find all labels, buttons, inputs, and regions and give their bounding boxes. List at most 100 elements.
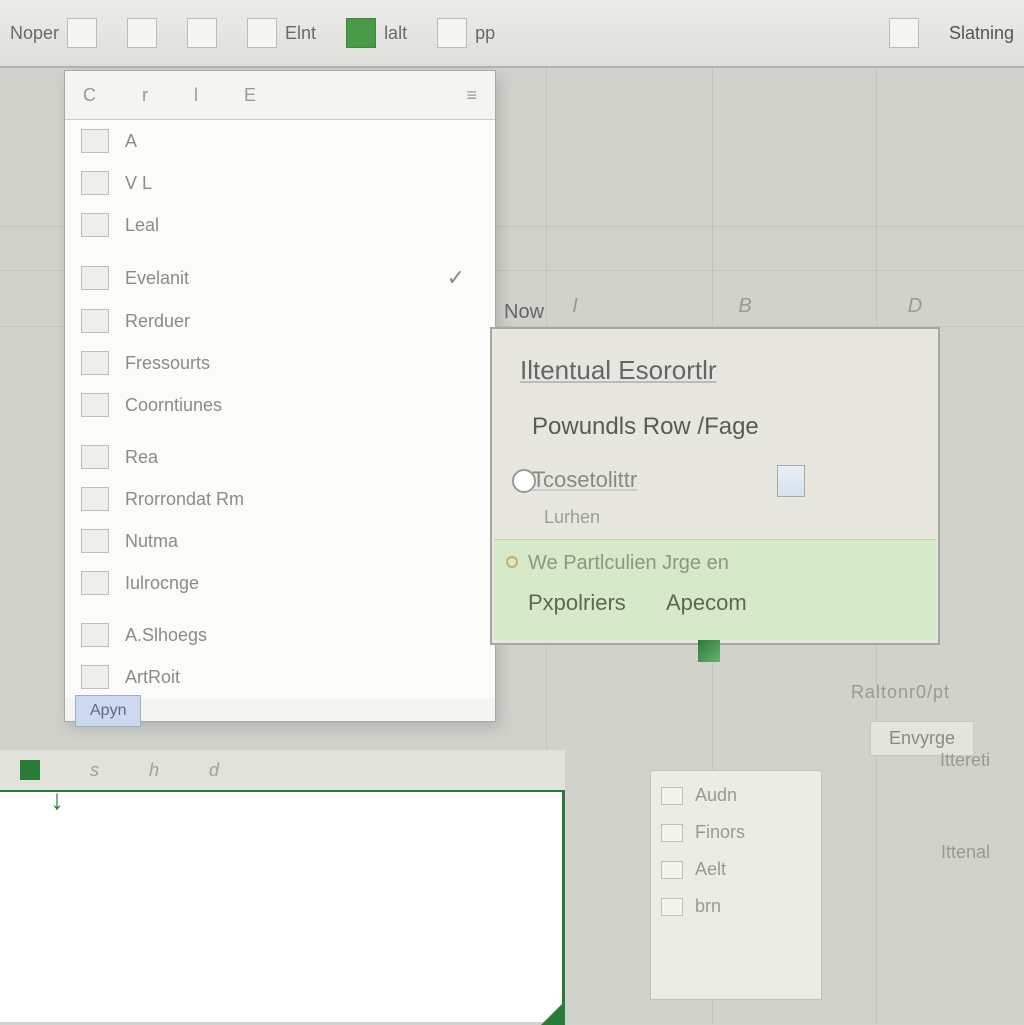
row-icon (661, 787, 683, 805)
ribbon-group[interactable]: pp (437, 18, 495, 48)
ribbon-label: pp (475, 23, 495, 44)
tool-icon[interactable] (346, 18, 376, 48)
sheet-body[interactable] (0, 792, 565, 1022)
dropdown-list: A V L Leal Evelanit Rerduer Fressourts C… (65, 120, 495, 698)
dropdown-item[interactable]: Coorntiunes (65, 384, 495, 426)
ribbon-group[interactable] (889, 18, 919, 48)
highlight-line: We Partlculien Jrge en (528, 552, 729, 575)
sheet-col-headers: s h d (0, 750, 565, 792)
list-item[interactable]: brn (661, 896, 811, 917)
dropdown-item[interactable]: ArtRoit (65, 656, 495, 698)
insert-arrow-icon (50, 784, 64, 816)
dropdown-item[interactable]: Leal (65, 204, 495, 246)
tool-icon[interactable] (889, 18, 919, 48)
item-label: Nutma (125, 531, 178, 552)
tool-icon[interactable] (437, 18, 467, 48)
item-icon (81, 393, 109, 417)
item-icon (81, 623, 109, 647)
tool-icon[interactable] (247, 18, 277, 48)
dropdown-footer: Apyn (75, 695, 141, 727)
item-label: Coorntiunes (125, 395, 222, 416)
highlight-text: Pxpolriers (528, 590, 626, 615)
item-icon (81, 445, 109, 469)
ribbon-group[interactable]: lalt (346, 18, 407, 48)
dropdown-item[interactable]: V L (65, 162, 495, 204)
ribbon-group[interactable] (127, 18, 157, 48)
item-label: Fressourts (125, 353, 210, 374)
item-icon (81, 571, 109, 595)
bullet-icon (506, 556, 518, 568)
tooltip-line: Lurhen (544, 507, 600, 528)
row-label: Finors (695, 822, 745, 843)
dropdown-item[interactable]: Evelanit (65, 256, 495, 300)
item-label: V L (125, 173, 152, 194)
item-icon (81, 129, 109, 153)
dd-tab[interactable]: r (142, 85, 148, 106)
col-header[interactable]: B (660, 295, 830, 325)
ribbon-group[interactable] (187, 18, 217, 48)
side-tabs: Envyrge (620, 721, 980, 756)
item-icon (81, 266, 109, 290)
row-label: Aelt (695, 859, 726, 880)
dd-tab[interactable]: C (83, 85, 96, 106)
col-header[interactable]: d (209, 760, 219, 781)
item-icon (81, 351, 109, 375)
row-label: brn (695, 896, 721, 917)
tooltip-highlight[interactable]: We Partlculien Jrge en Pxpolriers Apecom (494, 539, 936, 640)
item-label: ArtRoit (125, 667, 180, 688)
dropdown-item[interactable]: Nutma (65, 520, 495, 562)
item-icon (81, 213, 109, 237)
item-icon (81, 309, 109, 333)
ribbon-label: Slatning (949, 23, 1014, 44)
dropdown-item[interactable]: Rerduer (65, 300, 495, 342)
building-icon (777, 465, 805, 497)
dd-tab[interactable]: l (194, 85, 198, 106)
list-item[interactable]: Audn (661, 785, 811, 806)
excel-icon (698, 640, 720, 662)
dropdown-item[interactable]: Fressourts (65, 342, 495, 384)
row-icon (661, 861, 683, 879)
dd-tab[interactable]: E (244, 85, 256, 106)
dropdown-item[interactable]: Rrorrondat Rm (65, 478, 495, 520)
side-label: Ittenal (941, 842, 990, 863)
sheet-icon[interactable] (20, 760, 40, 780)
ribbon-label: lalt (384, 23, 407, 44)
item-label: Leal (125, 215, 159, 236)
item-label: Evelanit (125, 268, 189, 289)
item-label: A.Slhoegs (125, 625, 207, 646)
side-listbox[interactable]: Audn Finors Aelt brn (650, 770, 822, 1000)
apply-chip[interactable]: Apyn (75, 695, 141, 727)
dropdown-item[interactable]: A.Slhoegs (65, 614, 495, 656)
tool-icon[interactable] (187, 18, 217, 48)
tool-icon[interactable] (127, 18, 157, 48)
side-header: Raltonr0/pt (620, 682, 980, 703)
col-header[interactable]: s (90, 760, 99, 781)
item-icon (81, 529, 109, 553)
ribbon-group-settings[interactable]: Slatning (949, 23, 1014, 44)
highlight-text: We Partlculien Jrge en (528, 552, 729, 574)
col-header[interactable]: h (149, 760, 159, 781)
ribbon-toolbar: Noper Elnt lalt pp Slatning (0, 0, 1024, 68)
row-label: Audn (695, 785, 737, 806)
row-icon (661, 898, 683, 916)
dropdown-item[interactable]: A (65, 120, 495, 162)
item-label: Rerduer (125, 311, 190, 332)
ribbon-label: Noper (10, 23, 59, 44)
item-icon (81, 487, 109, 511)
list-item[interactable]: Aelt (661, 859, 811, 880)
menu-icon[interactable]: ≡ (466, 85, 477, 106)
resize-handle-icon[interactable] (541, 1001, 565, 1025)
ribbon-group[interactable]: Noper (10, 18, 97, 48)
tooltip-option[interactable]: Tcosetolittr (532, 467, 637, 493)
list-item[interactable]: Finors (661, 822, 811, 843)
sheet-preview: s h d (0, 750, 565, 1024)
dropdown-item[interactable]: Rea (65, 436, 495, 478)
col-header[interactable]: D (830, 295, 1000, 325)
row-icon (661, 824, 683, 842)
ribbon-group[interactable]: Elnt (247, 18, 316, 48)
paste-icon[interactable] (67, 18, 97, 48)
dropdown-item[interactable]: Iulrocnge (65, 562, 495, 604)
item-label: Rea (125, 447, 158, 468)
dropdown-top-tabs: C r l E ≡ (65, 71, 495, 120)
tooltip-subtitle: Powundls Row /Fage (532, 413, 759, 441)
